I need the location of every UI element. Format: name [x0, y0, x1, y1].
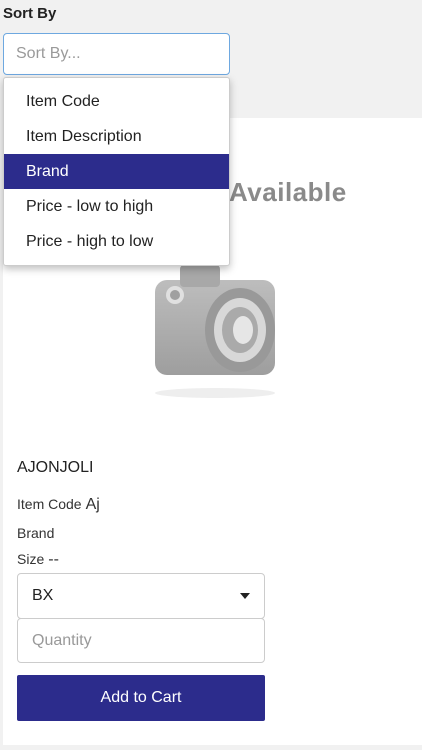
- add-to-cart-button[interactable]: Add to Cart: [17, 675, 265, 721]
- camera-placeholder-icon: [155, 265, 275, 398]
- sort-option-price-low-high[interactable]: Price - low to high: [4, 189, 229, 224]
- sort-by-label: Sort By: [3, 5, 57, 22]
- size-label: Size: [17, 551, 45, 567]
- unit-select[interactable]: BX: [17, 573, 265, 619]
- item-code-label: Item Code: [17, 496, 82, 512]
- sort-option-brand[interactable]: Brand: [4, 154, 229, 189]
- sort-by-dropdown: Item Code Item Description Brand Price -…: [3, 77, 230, 266]
- unit-selected-value: BX: [32, 587, 54, 604]
- sort-option-item-description[interactable]: Item Description: [4, 119, 229, 154]
- chevron-down-icon: [240, 593, 250, 599]
- sort-option-price-high-low[interactable]: Price - high to low: [4, 224, 229, 259]
- product-name: AJONJOLI: [17, 459, 94, 476]
- brand-label: Brand: [17, 525, 55, 541]
- sort-option-item-code[interactable]: Item Code: [4, 84, 229, 119]
- size-row: Size --: [17, 551, 59, 569]
- item-code-value: Aj: [85, 496, 100, 513]
- brand-row: Brand: [17, 525, 54, 541]
- quantity-input[interactable]: [17, 618, 265, 663]
- size-value: --: [48, 551, 59, 568]
- image-not-available-text: Available: [229, 177, 347, 207]
- item-code-row: Item Code Aj: [17, 496, 100, 514]
- sort-by-input[interactable]: [3, 33, 230, 75]
